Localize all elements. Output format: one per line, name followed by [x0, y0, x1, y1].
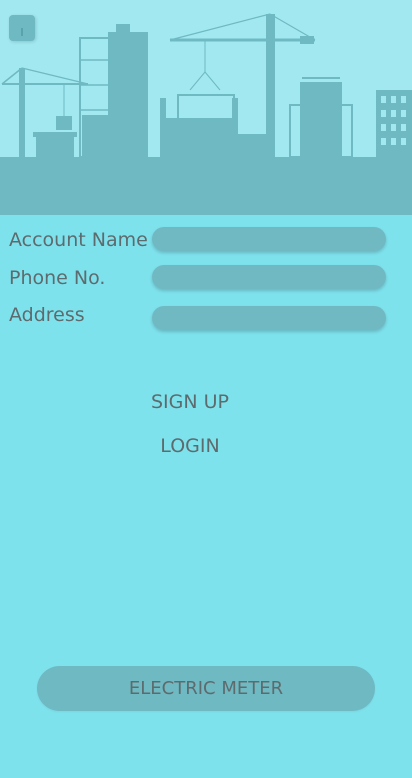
login-button[interactable]: LOGIN: [140, 435, 240, 457]
address-input[interactable]: [152, 306, 386, 330]
address-row: Address: [0, 302, 412, 330]
menu-icon: [21, 28, 23, 36]
header-banner: [0, 0, 412, 215]
construction-skyline-illustration: [0, 13, 412, 215]
menu-button[interactable]: [9, 15, 35, 41]
account-name-input[interactable]: [152, 227, 386, 251]
account-name-label: Account Name: [9, 229, 148, 251]
phone-row: Phone No.: [0, 265, 412, 291]
address-label: Address: [9, 304, 85, 326]
phone-input[interactable]: [152, 265, 386, 289]
phone-label: Phone No.: [9, 267, 106, 289]
account-name-row: Account Name: [0, 227, 412, 253]
sign-up-button[interactable]: SIGN UP: [140, 391, 240, 413]
electric-meter-button[interactable]: ELECTRIC METER: [37, 666, 375, 711]
